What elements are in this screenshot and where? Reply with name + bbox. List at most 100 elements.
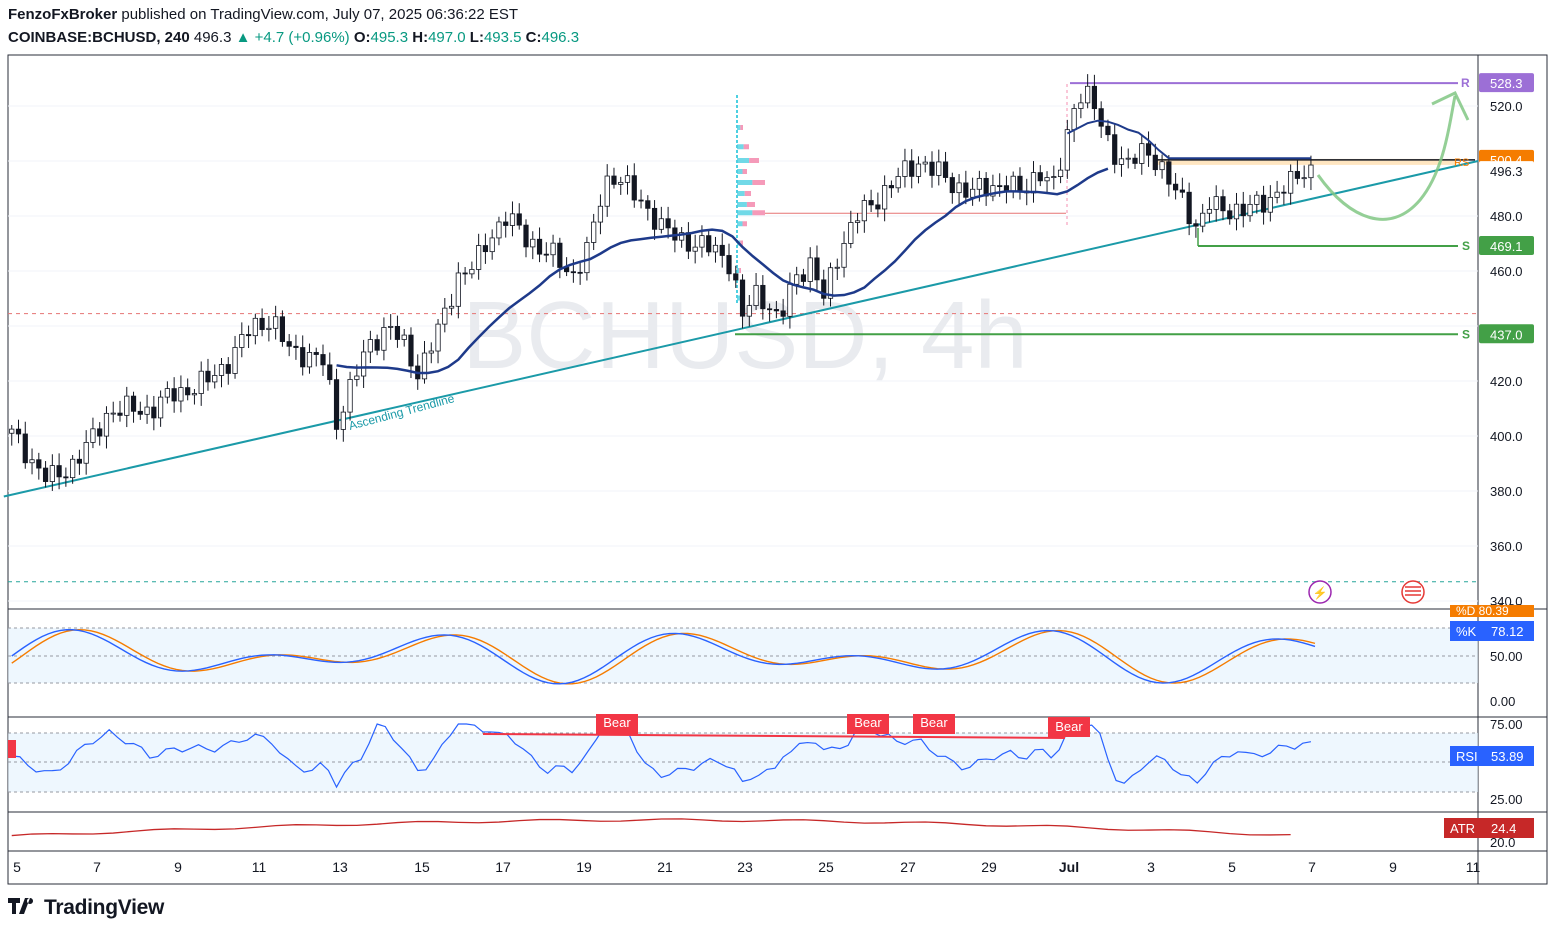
candle-up: [624, 175, 631, 183]
candle-down: [259, 317, 265, 330]
candle-up: [692, 246, 698, 252]
candle-up: [239, 334, 245, 348]
candle-down: [1220, 196, 1226, 212]
candle-down: [1179, 189, 1185, 193]
projection-arrow: [1316, 95, 1457, 221]
bear-label: Bear: [603, 715, 631, 730]
time-tick-label: Jul: [1059, 859, 1079, 875]
candle-down: [543, 253, 549, 256]
candle-down: [408, 334, 414, 367]
stoch-tick-label: 0.00: [1490, 694, 1515, 709]
candle-down: [374, 339, 380, 351]
candle-up: [882, 185, 888, 210]
price-tick-label: 420.0: [1490, 374, 1523, 389]
price-tick-label: 480.0: [1490, 209, 1523, 224]
candle-up: [178, 387, 184, 402]
candle-up: [753, 284, 759, 306]
candle-up: [347, 379, 353, 413]
candle-up: [1030, 172, 1037, 194]
candle-up: [110, 412, 116, 415]
candle-down: [462, 272, 468, 275]
candle-down: [56, 465, 62, 478]
candle-up: [712, 244, 719, 253]
candle-up: [848, 222, 854, 244]
volume-profile-bar: [737, 221, 743, 227]
candle-down: [536, 238, 543, 255]
candle-up: [273, 316, 279, 329]
time-tick-label: 5: [1228, 859, 1236, 875]
candle-up: [448, 305, 455, 309]
candle-up: [1139, 143, 1145, 164]
candle-up: [164, 388, 170, 398]
candle-down: [821, 279, 827, 299]
candle-down: [760, 284, 766, 310]
candle-up: [530, 238, 536, 248]
candle-up: [1206, 208, 1213, 214]
candle-up: [794, 274, 800, 285]
candle-down: [1037, 172, 1043, 182]
volume-profile-bar: [737, 295, 741, 301]
candle-down: [685, 232, 692, 252]
price-badge-label: 469.1: [1490, 239, 1523, 254]
candle-up: [902, 160, 908, 177]
volume-profile-bar: [740, 125, 743, 130]
candle-down: [631, 175, 637, 201]
candle-up: [509, 213, 516, 226]
rsi-value: 53.89: [1491, 749, 1524, 764]
candle-up: [970, 188, 976, 198]
candle-down: [875, 204, 881, 210]
candle-up: [956, 182, 962, 194]
candle-up: [1301, 177, 1307, 180]
candle-up: [584, 242, 590, 274]
volume-profile-bar: [737, 268, 740, 273]
candle-up: [834, 266, 840, 269]
candle-down: [577, 271, 583, 274]
candle-up: [787, 283, 793, 317]
trendline-label: Ascending Trendline: [347, 391, 456, 433]
candle-up: [388, 326, 394, 328]
candle-down: [117, 412, 123, 416]
candle-up: [976, 177, 982, 190]
price-tick-label: 360.0: [1490, 539, 1523, 554]
candle-down: [151, 406, 157, 419]
candle-down: [137, 410, 143, 415]
candle-down: [42, 467, 49, 482]
candle-up: [252, 317, 258, 337]
candle-up: [861, 200, 867, 222]
time-tick-label: 9: [1389, 859, 1397, 875]
tradingview-logo-icon: [8, 896, 38, 920]
candle-up: [1233, 203, 1240, 220]
time-tick-label: 11: [1466, 859, 1481, 875]
candle-down: [570, 271, 576, 274]
candle-down: [665, 218, 671, 229]
candle-down: [22, 433, 28, 464]
candle-down: [327, 364, 333, 381]
chart-canvas[interactable]: BCHUSD, 4hAscending TrendlineRRSSS⚡520.0…: [0, 0, 1555, 931]
volume-profile-bar: [739, 268, 741, 273]
volume-profile-bar: [737, 202, 747, 207]
candle-down: [1112, 134, 1118, 165]
candle-up: [266, 327, 272, 330]
candle-down: [1132, 157, 1138, 164]
stoch-k-value: 78.12: [1491, 624, 1524, 639]
stoch-d-label: %D 80.39: [1456, 604, 1509, 618]
time-tick-label: 17: [495, 859, 511, 875]
candle-up: [70, 458, 76, 479]
candle-down: [320, 354, 326, 366]
price-tick-label: 400.0: [1490, 429, 1523, 444]
candle-down: [638, 199, 644, 202]
rs-tag: RS: [1454, 157, 1469, 169]
candle-up: [306, 352, 313, 368]
candle-up: [1308, 164, 1314, 179]
candle-up: [597, 205, 604, 223]
rsi-tick-label: 75.00: [1490, 717, 1523, 732]
time-tick-label: 3: [1147, 859, 1155, 875]
tradingview-logo[interactable]: TradingView: [8, 896, 164, 920]
price-tick-label: 520.0: [1490, 99, 1523, 114]
resistance-tag: R: [1461, 76, 1470, 90]
candle-up: [1274, 191, 1280, 198]
volume-profile-bar: [737, 144, 744, 150]
candle-up: [841, 243, 847, 268]
us-flag-icon[interactable]: [1401, 580, 1425, 604]
candle-down: [651, 207, 658, 230]
